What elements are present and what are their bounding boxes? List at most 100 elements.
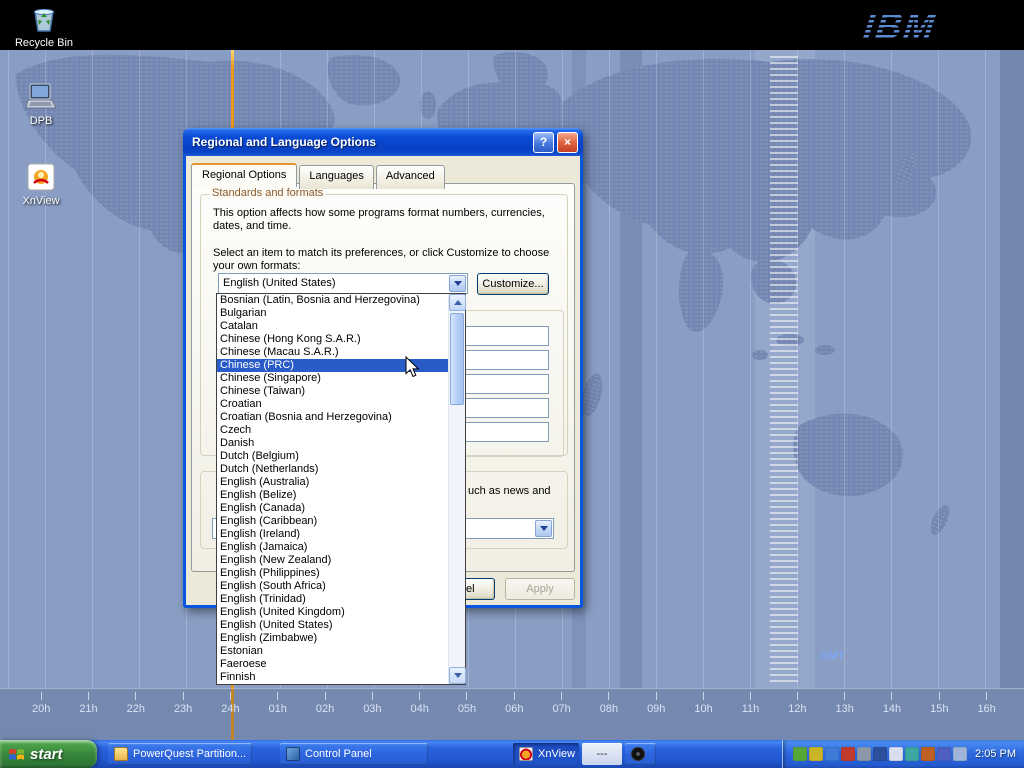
locale-list-item[interactable]: English (New Zealand): [217, 554, 448, 567]
task-label: PowerQuest Partition...: [133, 748, 246, 760]
tray-icon-1[interactable]: [793, 747, 807, 761]
task-app-icon: [286, 747, 300, 761]
customize-button[interactable]: Customize...: [477, 273, 549, 295]
locale-list-item[interactable]: English (South Africa): [217, 580, 448, 593]
tray-icon-5[interactable]: [857, 747, 871, 761]
locale-list-item[interactable]: English (Zimbabwe): [217, 632, 448, 645]
locale-dropdown-list: Bosnian (Latin, Bosnia and Herzegovina)B…: [216, 293, 466, 685]
locale-list-item[interactable]: English (Belize): [217, 489, 448, 502]
locale-list-item[interactable]: English (Philippines): [217, 567, 448, 580]
hour-label: 04h: [411, 692, 429, 740]
start-label: start: [30, 746, 63, 763]
desktop-icon-recycle-bin[interactable]: Recycle Bin: [11, 4, 77, 49]
locale-list-item[interactable]: English (Canada): [217, 502, 448, 515]
task-icon-only[interactable]: [625, 743, 656, 765]
system-tray: 2:05 PM: [782, 740, 1024, 768]
locale-list-item[interactable]: Catalan: [217, 320, 448, 333]
tray-icon-2[interactable]: [809, 747, 823, 761]
locale-list-item[interactable]: English (Ireland): [217, 528, 448, 541]
list-scrollbar[interactable]: [448, 294, 465, 684]
locale-list-item[interactable]: Chinese (PRC): [217, 359, 448, 372]
apply-button[interactable]: Apply: [505, 578, 575, 600]
tab-strip: Regional OptionsLanguagesAdvanced: [191, 163, 447, 187]
locale-list-item[interactable]: English (Jamaica): [217, 541, 448, 554]
hour-label: 06h: [505, 692, 523, 740]
task-untitled[interactable]: ---: [582, 743, 622, 765]
tray-icon-8[interactable]: [905, 747, 919, 761]
help-button[interactable]: ?: [533, 132, 554, 153]
locale-list-item[interactable]: Finnish: [217, 671, 448, 684]
tab[interactable]: Regional Options: [191, 163, 297, 187]
desktop-icon-dpb[interactable]: DPB: [8, 82, 74, 127]
locale-list-item[interactable]: Danish: [217, 437, 448, 450]
hour-label: 13h: [836, 692, 854, 740]
standards-description: This option affects how some programs fo…: [213, 207, 565, 233]
locale-list-item[interactable]: Croatian (Bosnia and Herzegovina): [217, 411, 448, 424]
tray-icon-3[interactable]: [825, 747, 839, 761]
tray-icon-10[interactable]: [937, 747, 951, 761]
locale-list-item[interactable]: Estonian: [217, 645, 448, 658]
locale-list-item[interactable]: Croatian: [217, 398, 448, 411]
tray-icons: [793, 747, 967, 761]
locale-list-item[interactable]: Chinese (Hong Kong S.A.R.): [217, 333, 448, 346]
locale-list-item[interactable]: Bulgarian: [217, 307, 448, 320]
xnview-app-icon: [26, 162, 56, 192]
hour-label: 10h: [694, 692, 712, 740]
locale-list-item[interactable]: Faeroese: [217, 658, 448, 671]
hour-label: 03h: [363, 692, 381, 740]
task-xnview[interactable]: XnView - [<Capture-...: [513, 743, 579, 765]
locale-list-item[interactable]: English (Australia): [217, 476, 448, 489]
hour-label: 14h: [883, 692, 901, 740]
dialog-title: Regional and Language Options: [192, 135, 530, 149]
task-control-panel[interactable]: Control Panel: [280, 743, 428, 765]
scroll-down-icon[interactable]: [449, 667, 466, 684]
scrollbar-thumb[interactable]: [450, 313, 464, 405]
format-combobox[interactable]: English (United States): [218, 273, 468, 294]
desktop-icon-xnview[interactable]: XnView: [8, 162, 74, 207]
start-button[interactable]: start: [0, 740, 97, 768]
taskbar-tasks: PowerQuest Partition... Control Panel Xn…: [108, 743, 656, 765]
locale-list-item[interactable]: Chinese (Singapore): [217, 372, 448, 385]
locale-list-item[interactable]: Chinese (Macau S.A.R.): [217, 346, 448, 359]
hour-scale: 20h21h22h23h24h01h02h03h04h05h06h07h08h0…: [0, 688, 1024, 740]
desktop: GMT 20h21h22h23h24h01h02h03h04h05h06h07h…: [0, 0, 1024, 768]
locale-list-item[interactable]: Bosnian (Latin, Bosnia and Herzegovina): [217, 294, 448, 307]
locale-list-item[interactable]: English (Caribbean): [217, 515, 448, 528]
tab[interactable]: Languages: [299, 165, 373, 189]
scroll-up-icon[interactable]: [449, 294, 466, 311]
task-label: ---: [597, 748, 608, 760]
hour-label: 22h: [127, 692, 145, 740]
hatched-band: [770, 56, 798, 686]
locale-list-item[interactable]: English (United States): [217, 619, 448, 632]
close-button[interactable]: ×: [557, 132, 578, 153]
locale-list-item[interactable]: Chinese (Taiwan): [217, 385, 448, 398]
clock[interactable]: 2:05 PM: [975, 748, 1016, 760]
windows-flag-icon: [8, 746, 25, 763]
hour-label: 07h: [552, 692, 570, 740]
tray-icon-9[interactable]: [921, 747, 935, 761]
locale-list-item[interactable]: English (United Kingdom): [217, 606, 448, 619]
hour-label: 11h: [742, 692, 760, 740]
locale-list-item[interactable]: Dutch (Belgium): [217, 450, 448, 463]
hour-label: 12h: [788, 692, 806, 740]
tray-icon-11[interactable]: [953, 747, 967, 761]
tray-icon-7[interactable]: [889, 747, 903, 761]
laptop-icon: [24, 82, 58, 112]
chevron-down-icon[interactable]: [449, 275, 466, 292]
chevron-down-icon[interactable]: [535, 520, 552, 537]
tray-icon-6[interactable]: [873, 747, 887, 761]
tray-icon-4[interactable]: [841, 747, 855, 761]
locale-list-item[interactable]: Dutch (Netherlands): [217, 463, 448, 476]
task-app-icon: [519, 747, 533, 761]
task-app-icon: [114, 747, 128, 761]
location-text-fragment: uch as news and: [468, 485, 568, 498]
task-powerquest[interactable]: PowerQuest Partition...: [108, 743, 252, 765]
dialog-titlebar[interactable]: Regional and Language Options ? ×: [183, 128, 583, 156]
hour-label: 16h: [977, 692, 995, 740]
recycle-bin-icon: [29, 4, 59, 34]
standards-instruction: Select an item to match its preferences,…: [213, 247, 573, 273]
tab[interactable]: Advanced: [376, 165, 445, 189]
hour-label: 21h: [79, 692, 97, 740]
locale-list-item[interactable]: Czech: [217, 424, 448, 437]
locale-list-item[interactable]: English (Trinidad): [217, 593, 448, 606]
